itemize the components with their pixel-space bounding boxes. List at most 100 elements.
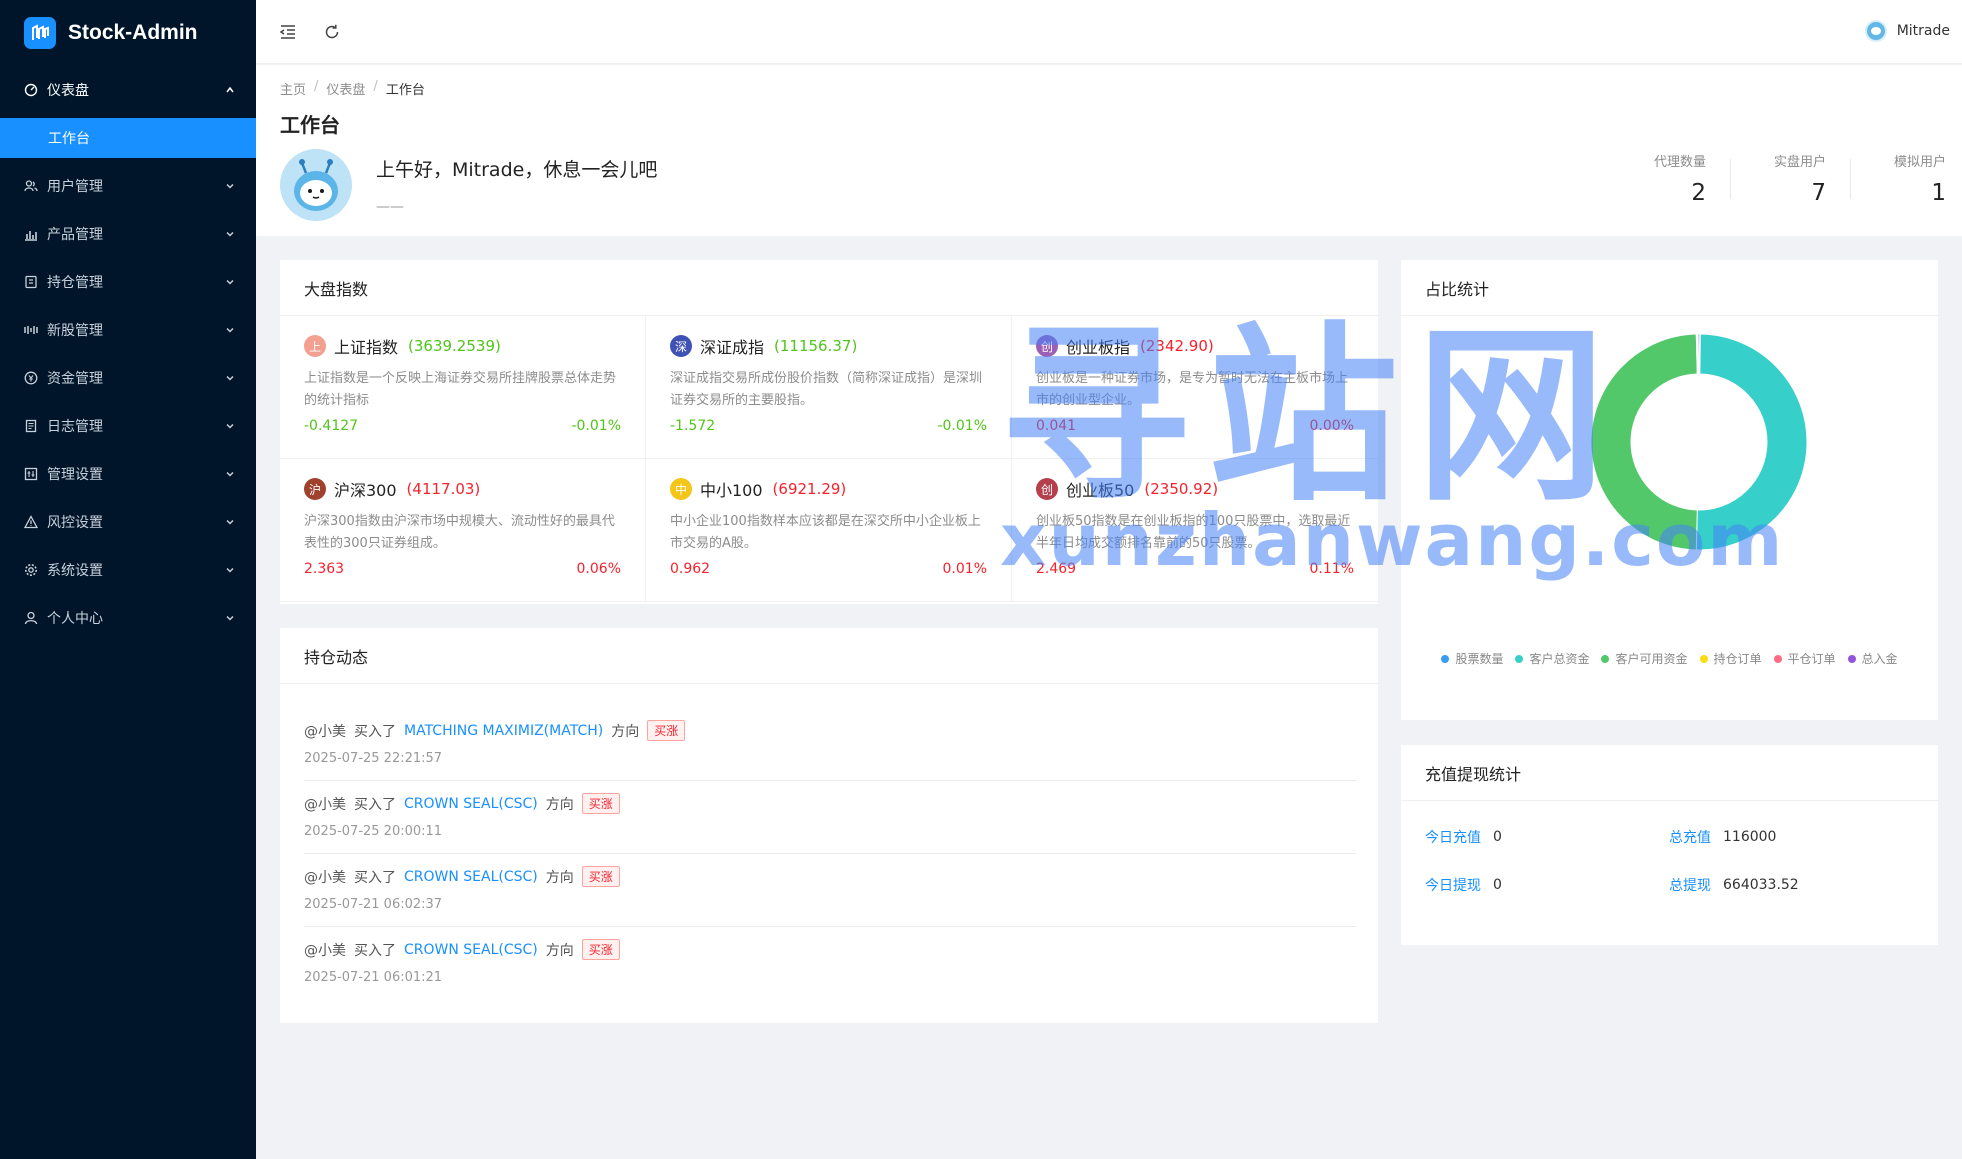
legend-item[interactable]: 平仓订单: [1773, 650, 1836, 667]
legend-label: 平仓订单: [1787, 652, 1836, 666]
position-direction-label: 方向: [611, 723, 640, 740]
index-item-sme100[interactable]: 中 中小100 (6921.29) 中小企业100指数样本应该都是在深交所中小企…: [646, 459, 1012, 602]
total-withdraw: 总提现 664033.52: [1669, 875, 1913, 895]
index-desc: 中小企业100指数样本应该都是在深交所中小企业板上市交易的A股。: [670, 514, 981, 551]
stat-label: 模拟用户: [1893, 155, 1946, 170]
greeting-subtitle: ——: [376, 199, 404, 215]
index-pct: 0.01%: [942, 561, 987, 577]
index-name: 创业板50: [1066, 481, 1135, 500]
position-time: 2025-07-21 06:01:21: [304, 970, 443, 985]
legend-dot-icon: [1847, 654, 1856, 663]
rc-label[interactable]: 今日充值: [1425, 827, 1481, 847]
legend-item[interactable]: 客户总资金: [1515, 650, 1589, 667]
index-price: (3639.2539): [408, 337, 501, 355]
dashboard-icon: [24, 83, 38, 97]
index-name: 深证成指: [700, 338, 765, 357]
sidebar-item-logs[interactable]: 日志管理: [0, 402, 256, 450]
index-badge-icon: 深: [670, 335, 692, 357]
status-badge: 买涨: [581, 939, 620, 960]
position-action: 买入了: [354, 942, 396, 959]
rc-label[interactable]: 总充值: [1669, 827, 1711, 847]
position-direction-label: 方向: [545, 869, 574, 886]
sidebar-item-risk-control[interactable]: 风控设置: [0, 498, 256, 546]
breadcrumb-item[interactable]: 仪表盘: [326, 79, 365, 98]
legend-item[interactable]: 客户可用资金: [1601, 650, 1688, 667]
sidebar-item-dashboard[interactable]: 仪表盘: [0, 66, 256, 114]
sidebar-item-profile[interactable]: 个人中心: [0, 594, 256, 642]
sidebar-item-users[interactable]: 用户管理: [0, 162, 256, 210]
index-name: 创业板指: [1066, 338, 1131, 357]
legend-label: 总入金: [1861, 652, 1898, 666]
avatar: [1864, 20, 1887, 42]
donut-slice-客户可用资金[interactable]: [1590, 333, 1698, 551]
logo-icon: [24, 17, 56, 49]
position-user: @小美: [304, 869, 346, 886]
index-desc: 深证成指交易所成份股价指数（简称深证成指）是深圳证券交易所的主要股指。: [670, 371, 983, 408]
position-list: @小美 买入了 MATCHING MAXIMIZ(MATCH) 方向 买涨 20…: [280, 684, 1378, 1000]
stat-label: 实盘用户: [1773, 155, 1826, 170]
sidebar-item-funds[interactable]: 资金管理: [0, 354, 256, 402]
donut-slice-总入金[interactable]: [1697, 333, 1700, 375]
bar-chart-icon: [24, 227, 38, 241]
donut-slice-客户总资金[interactable]: [1695, 333, 1808, 551]
sidebar-item-system-settings[interactable]: 系统设置: [0, 546, 256, 594]
legend-label: 客户总资金: [1529, 652, 1590, 666]
person-icon: [24, 611, 38, 625]
rc-value: 664033.52: [1723, 877, 1799, 893]
index-item-csi300[interactable]: 沪 沪深300 (4117.03) 沪深300指数由沪深市场中规模大、流动性好的…: [280, 459, 646, 602]
menu-fold-button[interactable]: [276, 20, 300, 44]
position-product-link[interactable]: MATCHING MAXIMIZ(MATCH): [404, 723, 603, 739]
new-stock-icon: [24, 323, 38, 337]
wallet-icon: [24, 275, 38, 289]
stat-label: 代理数量: [1653, 155, 1706, 170]
sidebar-item-label: 风控设置: [47, 515, 103, 531]
sidebar-item-admin-settings[interactable]: 管理设置: [0, 450, 256, 498]
sidebar: Stock-Admin 仪表盘 工作台 用户管理 产品管理 持仓管理 新股管理 …: [0, 0, 256, 1159]
chevron-down-icon: [224, 564, 236, 576]
legend-label: 股票数量: [1455, 652, 1504, 666]
refresh-button[interactable]: [320, 20, 344, 44]
logo[interactable]: Stock-Admin: [0, 0, 256, 66]
position-action: 买入了: [354, 869, 396, 886]
user-menu[interactable]: Mitrade: [1864, 20, 1950, 42]
stat-value: 7: [1811, 180, 1826, 206]
index-price: (2342.90): [1140, 337, 1214, 355]
index-change: 0.962: [670, 561, 711, 577]
index-item-sse[interactable]: 上 上证指数 (3639.2539) 上证指数是一个反映上海证券交易所挂牌股票总…: [280, 316, 646, 459]
index-item-szse[interactable]: 深 深证成指 (11156.37) 深证成指交易所成份股价指数（简称深证成指）是…: [646, 316, 1012, 459]
robot-avatar-icon: [280, 149, 352, 221]
position-product-link[interactable]: CROWN SEAL(CSC): [404, 796, 538, 812]
rc-label[interactable]: 今日提现: [1425, 875, 1481, 895]
sidebar-item-positions[interactable]: 持仓管理: [0, 258, 256, 306]
rc-label[interactable]: 总提现: [1669, 875, 1711, 895]
index-desc: 创业板50指数是在创业板指的100只股票中，选取最近半年日均成交额排名靠前的50…: [1036, 514, 1351, 551]
index-badge-icon: 创: [1036, 478, 1058, 500]
sidebar-item-label: 持仓管理: [47, 275, 103, 291]
legend-item[interactable]: 持仓订单: [1699, 650, 1762, 667]
position-product-link[interactable]: CROWN SEAL(CSC): [404, 869, 538, 885]
chevron-down-icon: [224, 180, 236, 192]
rc-value: 0: [1493, 829, 1502, 845]
breadcrumb-item[interactable]: 主页: [280, 79, 306, 98]
chevron-down-icon: [224, 228, 236, 240]
sidebar-item-products[interactable]: 产品管理: [0, 210, 256, 258]
legend-label: 持仓订单: [1713, 652, 1762, 666]
legend-item[interactable]: 股票数量: [1441, 650, 1503, 667]
sidebar-subitem-workbench[interactable]: 工作台: [0, 118, 256, 158]
list-item: @小美 买入了 MATCHING MAXIMIZ(MATCH) 方向 买涨 20…: [304, 708, 1356, 781]
sidebar-item-new-stocks[interactable]: 新股管理: [0, 306, 256, 354]
index-item-chinext50[interactable]: 创 创业板50 (2350.92) 创业板50指数是在创业板指的100只股票中，…: [1012, 459, 1378, 602]
users-icon: [24, 179, 38, 193]
index-item-chinext[interactable]: 创 创业板指 (2342.90) 创业板是一种证券市场，是专为暂时无法在主板市场…: [1012, 316, 1378, 459]
index-price: (2350.92): [1144, 480, 1219, 498]
stat-real-users: 实盘用户 7: [1730, 151, 1850, 206]
legend-item[interactable]: 总入金: [1847, 650, 1898, 667]
legend-label: 客户可用资金: [1615, 652, 1688, 666]
index-name: 沪深300: [334, 481, 397, 500]
market-index-card: 大盘指数 上 上证指数 (3639.2539) 上证指数是一个反映上海证券交易所…: [280, 260, 1378, 604]
sidebar-item-label: 日志管理: [47, 419, 103, 435]
index-pct: 0.00%: [1309, 418, 1354, 434]
index-change: 0.041: [1036, 418, 1077, 434]
position-product-link[interactable]: CROWN SEAL(CSC): [404, 942, 538, 958]
log-icon: [24, 419, 38, 433]
